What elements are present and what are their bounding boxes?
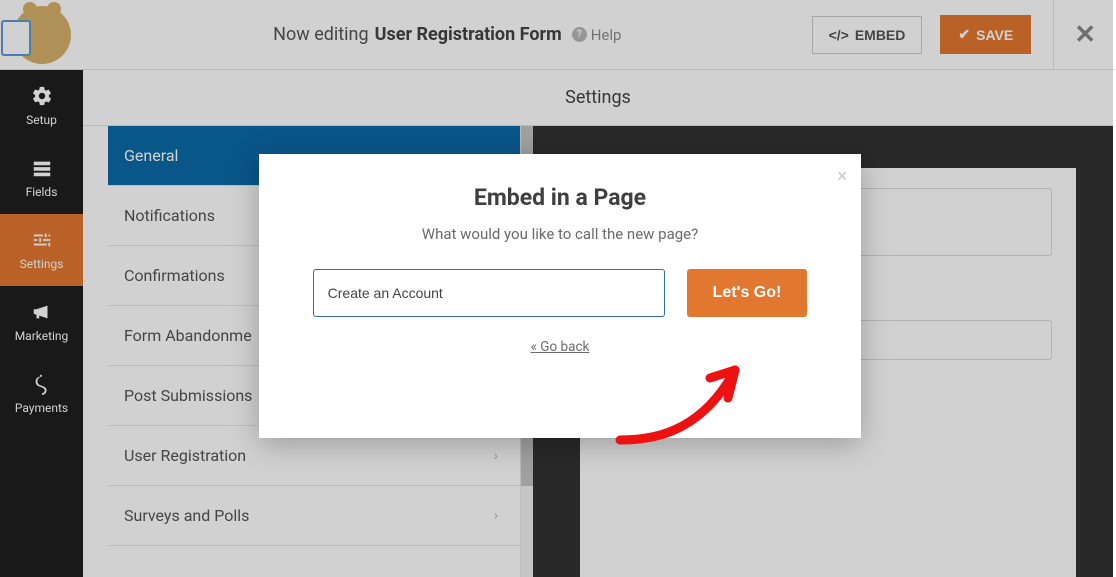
modal-subtitle: What would you like to call the new page… [291, 225, 829, 243]
modal-form-row: Let's Go! [291, 269, 829, 317]
lets-go-button[interactable]: Let's Go! [687, 269, 808, 317]
embed-modal: × Embed in a Page What would you like to… [259, 154, 861, 438]
modal-title: Embed in a Page [291, 184, 829, 211]
go-back-link[interactable]: « Go back [291, 339, 829, 355]
close-icon: × [837, 166, 847, 187]
app-root: Now editing User Registration Form ? Hel… [0, 0, 1116, 577]
page-name-input[interactable] [313, 269, 665, 317]
modal-close-button[interactable]: × [837, 166, 847, 187]
